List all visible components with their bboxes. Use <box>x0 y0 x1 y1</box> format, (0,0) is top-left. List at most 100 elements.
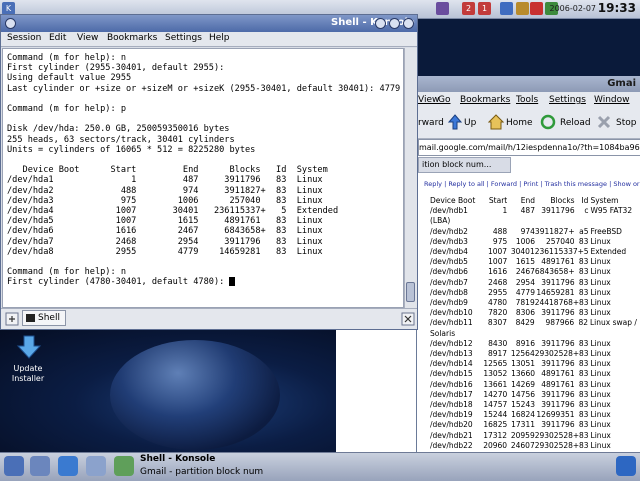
scrollbar-thumb[interactable] <box>406 282 415 302</box>
table-cell: 1007 <box>487 247 508 257</box>
update-installer-label[interactable]: Update Installer <box>8 364 48 384</box>
table-cell: 14269 <box>511 379 535 389</box>
terminal-area[interactable]: Command (m for help): n First cylinder (… <box>2 48 404 308</box>
keyboard-icon[interactable] <box>500 2 513 15</box>
menu-edit[interactable]: Edit <box>49 33 66 43</box>
search-icon[interactable] <box>86 456 106 476</box>
table-cell: /dev/hdb21 <box>430 430 473 440</box>
table-cell: 4779 <box>515 287 535 297</box>
new-session-icon[interactable] <box>5 312 19 326</box>
table-cell: 4891761 <box>541 379 575 389</box>
num-1-icon[interactable]: 1 <box>478 2 491 15</box>
table-cell: 3911796 <box>541 206 575 216</box>
url-bar[interactable]: mail.google.com/mail/h/12iespdenna1o/?th… <box>418 139 640 156</box>
close-session-icon[interactable] <box>401 312 415 326</box>
table-row: /dev/hdb13 8917 12564 29302528+ 83 Linux <box>430 349 636 359</box>
table-cell: 2468 <box>488 277 508 287</box>
clipboard-icon[interactable] <box>516 2 529 15</box>
table-row: /dev/hdb14 12565 13051 3911796 83 Linux <box>430 359 636 369</box>
task-konsole[interactable]: Shell - Konsole <box>140 454 215 466</box>
browser-launcher-icon[interactable] <box>58 456 78 476</box>
browser-menu-go[interactable]: Go <box>438 95 450 105</box>
shell-tab-label: Shell <box>38 313 60 323</box>
browser-tab[interactable]: ition block num... <box>418 157 511 173</box>
flag-icon[interactable] <box>530 2 543 15</box>
reload-button[interactable]: Reload <box>560 118 591 128</box>
close-icon[interactable] <box>403 18 414 29</box>
table-cell: End <box>520 196 535 205</box>
shell-tab[interactable]: Shell <box>22 310 66 326</box>
table-cell: 30401 <box>510 247 535 257</box>
table-cell: /dev/hdb8 <box>430 287 468 297</box>
menu-view[interactable]: View <box>77 33 98 43</box>
table-row: /dev/hdb3 975 1006 257040 83 Linux <box>430 237 636 247</box>
table-row: /dev/hdb9 4780 7819 24418768+ 83 Linux <box>430 298 636 308</box>
terminal-scrollbar[interactable] <box>404 48 417 308</box>
table-cell: 83 <box>578 338 589 348</box>
terminal-line: /dev/hda4 1007 30401 236115337+ 5 Extend… <box>7 206 339 217</box>
menu-bookmarks[interactable]: Bookmarks <box>107 33 157 43</box>
num-2-icon[interactable]: 2 <box>462 2 475 15</box>
table-cell: System <box>590 196 619 205</box>
install-launcher-icon[interactable] <box>114 456 134 476</box>
stop-icon[interactable] <box>596 114 612 130</box>
konsole-titlebar[interactable]: Shell - Konsole <box>1 15 417 32</box>
task-gmail[interactable]: Gmail - partition block num <box>140 467 264 479</box>
message-action-links[interactable]: Reply | Reply to all | Forward | Print |… <box>424 180 640 188</box>
menu-session[interactable]: Session <box>7 33 41 43</box>
table-cell: /dev/hdb12 <box>430 338 473 348</box>
browser-menu-window[interactable]: Window <box>594 95 630 105</box>
terminal-line: Using default value 2955 <box>7 73 132 84</box>
menu-help[interactable]: Help <box>209 33 230 43</box>
terminal-icon <box>26 313 35 322</box>
terminal-line: /dev/hda2 488 974 3911827+ 83 Linux <box>7 185 323 196</box>
table-row: /dev/hdb15 13052 13660 4891761 83 Linux <box>430 369 636 379</box>
table-cell: /dev/hdb17 <box>430 389 473 399</box>
up-arrow-icon[interactable] <box>448 114 462 130</box>
table-cell: 8429 <box>515 318 535 328</box>
menu-settings[interactable]: Settings <box>165 33 202 43</box>
browser-menu-view[interactable]: View <box>418 95 439 105</box>
terminal-line: /dev/hda6 1616 2467 6843658+ 83 Linux <box>7 226 323 237</box>
home-button[interactable]: Home <box>506 118 533 128</box>
terminal-line: /dev/hda3 975 1006 257040 83 Linux <box>7 195 323 206</box>
table-cell: 3911796 <box>541 400 575 410</box>
table-cell: 83 <box>578 267 589 277</box>
table-cell: /dev/hdb4 <box>430 247 468 257</box>
table-cell: Id <box>581 196 589 205</box>
minimize-icon[interactable] <box>375 18 386 29</box>
table-cell: /dev/hdb14 <box>430 359 473 369</box>
home-icon[interactable] <box>488 114 504 130</box>
table-cell: 3911796 <box>541 359 575 369</box>
browser-menu-tools[interactable]: Tools <box>516 95 538 105</box>
stop-button[interactable]: Stop <box>616 118 636 128</box>
table-row: /dev/hdb8 2955 4779 14659281 83 Linux <box>430 288 636 298</box>
table-cell: /dev/hdb1 <box>430 206 468 216</box>
maximize-icon[interactable] <box>389 18 400 29</box>
table-row: /dev/hdb17 14270 14756 3911796 83 Linux <box>430 390 636 400</box>
terminal-line: First cylinder (2955-30401, default 2955… <box>7 63 225 74</box>
terminal-line: /dev/hda7 2468 2954 3911796 83 Linux <box>7 236 323 247</box>
table-cell: Linux <box>590 338 611 348</box>
table-cell: 83 <box>578 359 589 369</box>
table-cell: /dev/hdb16 <box>430 379 473 389</box>
browser-menu-bookmarks[interactable]: Bookmarks <box>460 95 510 105</box>
table-cell: 24418768+ <box>534 298 580 308</box>
window-menu-icon[interactable] <box>5 18 16 29</box>
table-cell <box>507 329 535 339</box>
table-cell: Extended <box>590 247 627 257</box>
table-cell: 29302528+ <box>534 349 580 359</box>
trash-icon[interactable] <box>616 456 636 476</box>
desktop-icon[interactable] <box>30 456 50 476</box>
table-cell: Linux <box>590 308 611 318</box>
table-cell: /dev/hdb11 <box>430 318 473 328</box>
update-installer-icon[interactable] <box>12 334 46 362</box>
reload-icon[interactable] <box>540 114 556 130</box>
clock-time[interactable]: 19:33 <box>598 1 636 15</box>
table-cell: /dev/hdb22 <box>430 440 473 450</box>
browser-menu-settings[interactable]: Settings <box>549 95 586 105</box>
up-button[interactable]: Up <box>464 118 476 128</box>
network-icon[interactable] <box>436 2 449 15</box>
k-menu-icon[interactable] <box>4 456 24 476</box>
forward-button[interactable]: rward <box>418 118 444 128</box>
